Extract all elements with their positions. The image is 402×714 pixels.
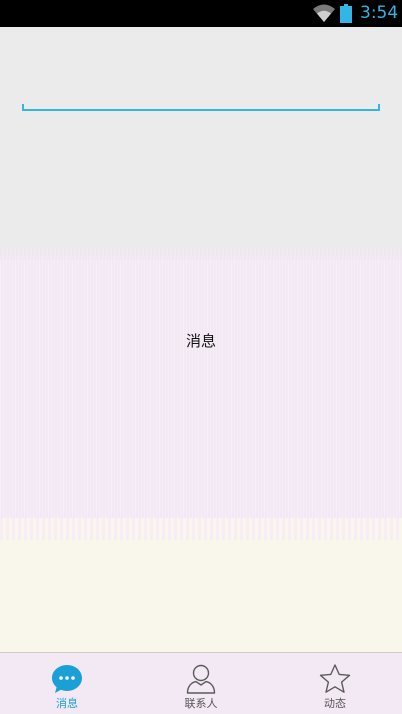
- input-underline: [22, 109, 380, 111]
- status-clock: 3:54: [360, 3, 399, 23]
- tab-moments[interactable]: 动态: [268, 653, 402, 714]
- input-underline-right-tick: [378, 104, 380, 110]
- tab-messages-label: 消息: [56, 697, 78, 710]
- bottom-pane: [0, 540, 402, 652]
- battery-icon: [340, 4, 352, 23]
- tab-moments-label: 动态: [324, 697, 346, 710]
- panel-edge-top: [0, 248, 402, 260]
- tab-contacts[interactable]: 联系人: [134, 653, 268, 714]
- status-bar: 3:54: [0, 0, 402, 27]
- chat-bubble-icon: [52, 665, 82, 693]
- search-field[interactable]: [22, 83, 380, 113]
- panel-edge-bottom: [0, 518, 402, 540]
- page-title: 消息: [185, 332, 216, 350]
- message-panel: [0, 256, 402, 526]
- person-icon: [186, 664, 216, 694]
- tab-contacts-label: 联系人: [184, 697, 218, 710]
- wifi-icon: [313, 4, 335, 22]
- top-pane: [0, 27, 402, 256]
- bottom-tab-bar: 消息 联系人 动态: [0, 652, 402, 714]
- tab-messages[interactable]: 消息: [0, 653, 134, 714]
- star-icon: [319, 664, 351, 693]
- search-input[interactable]: [22, 83, 380, 109]
